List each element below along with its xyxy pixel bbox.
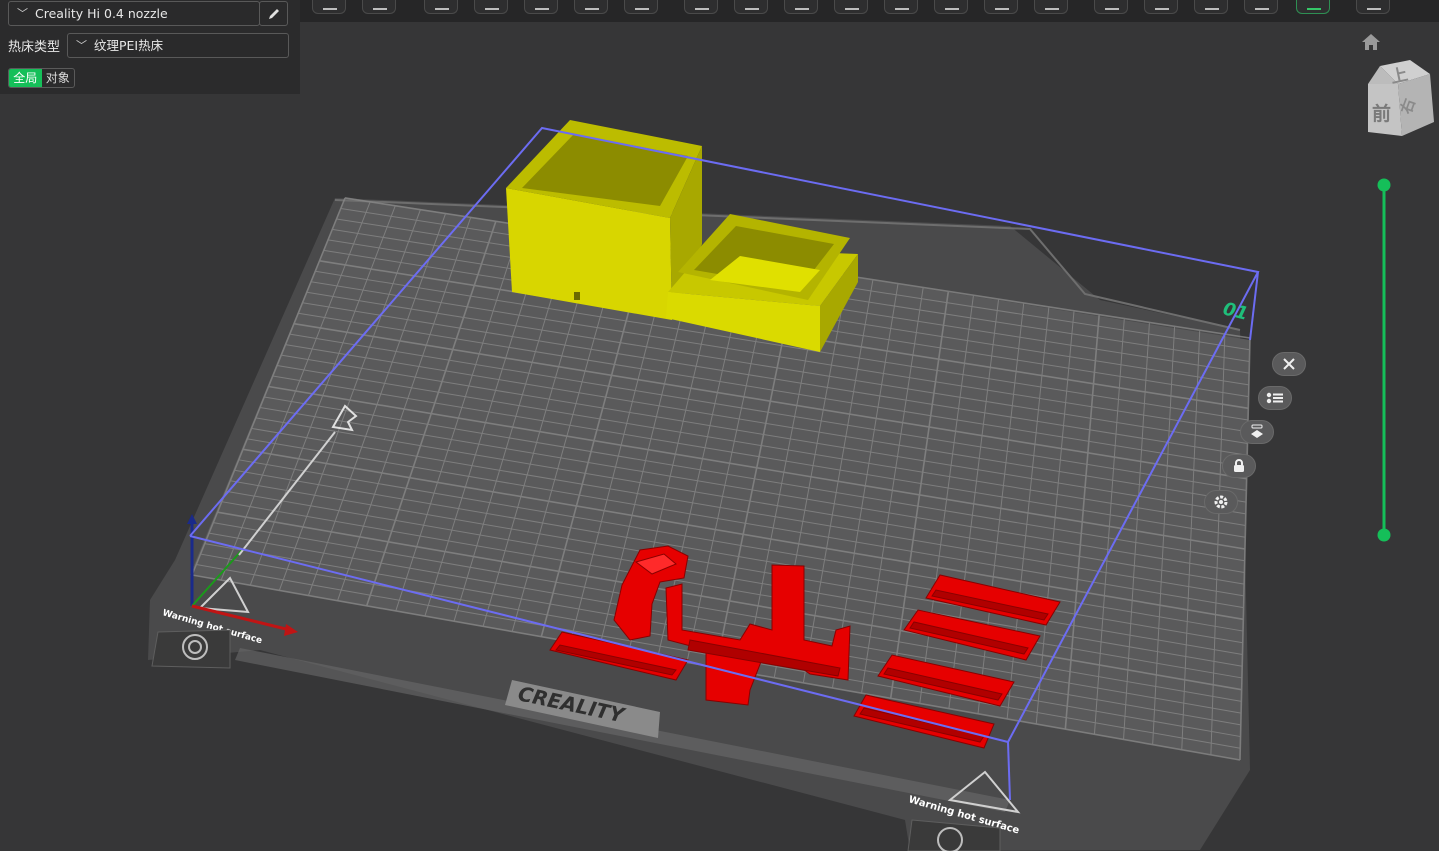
mesh-boolean-icon xyxy=(1255,0,1269,10)
split-icon xyxy=(585,0,599,10)
toolbar-button[interactable] xyxy=(424,0,458,14)
bed-type-select[interactable]: ﹀ 纹理PEI热床 xyxy=(67,33,289,58)
lock-plate-button[interactable] xyxy=(1222,454,1256,478)
cut-icon xyxy=(895,0,909,10)
toolbar-button[interactable] xyxy=(684,0,718,14)
list-icon xyxy=(1266,392,1283,404)
bed-type-label: 热床类型 xyxy=(8,40,61,55)
toolbar-button[interactable] xyxy=(1144,0,1178,14)
close-icon xyxy=(1283,358,1295,370)
layer-slider-top-handle xyxy=(1377,178,1391,192)
text-icon xyxy=(1155,0,1169,10)
pencil-icon xyxy=(268,8,279,19)
bed-type-value: 纹理PEI热床 xyxy=(94,38,164,53)
toolbar-button[interactable] xyxy=(734,0,768,14)
toolbar-button[interactable] xyxy=(934,0,968,14)
3d-viewport[interactable]: Warning hot surface Warning hot surface … xyxy=(0,0,1439,851)
printer-name: Creality Hi 0.4 nozzle xyxy=(35,6,168,21)
layer-slider[interactable] xyxy=(1375,176,1393,544)
measure-icon xyxy=(1045,0,1059,10)
scope-global-button[interactable]: 全局 xyxy=(9,69,42,87)
chevron-down-icon: ﹀ xyxy=(76,39,87,52)
plate-icon xyxy=(635,0,649,10)
toolbar-button[interactable] xyxy=(1194,0,1228,14)
add-model-icon xyxy=(323,0,337,10)
arrange-plate-button[interactable] xyxy=(1258,386,1292,410)
move-icon xyxy=(695,0,709,10)
edit-printer-button[interactable] xyxy=(259,1,288,26)
toolbar-button[interactable] xyxy=(1244,0,1278,14)
gear-icon xyxy=(1214,495,1228,509)
toolbar-button[interactable] xyxy=(784,0,818,14)
toolbar-button[interactable] xyxy=(984,0,1018,14)
settings-panel: ﹀ Creality Hi 0.4 nozzle 热床类型 ﹀ 纹理PEI热床 … xyxy=(0,0,300,94)
toolbar-button[interactable] xyxy=(834,0,868,14)
lock-icon xyxy=(1234,459,1244,472)
toolbar-button[interactable] xyxy=(362,0,396,14)
plate-settings-button[interactable] xyxy=(1204,490,1238,514)
toolbar-button[interactable] xyxy=(524,0,558,14)
toolbar-button[interactable] xyxy=(624,0,658,14)
toolbar-button[interactable] xyxy=(1034,0,1068,14)
scale-icon xyxy=(795,0,809,10)
delete-plate-button[interactable] xyxy=(1272,352,1306,376)
toolbar-button[interactable] xyxy=(1296,0,1330,14)
auto-orient-plate-button[interactable] xyxy=(1240,420,1274,444)
printer-select[interactable]: ﹀ Creality Hi 0.4 nozzle xyxy=(8,1,260,26)
toolbar-button[interactable] xyxy=(312,0,346,14)
chevron-down-icon: ﹀ xyxy=(17,7,28,20)
view-mode-icon xyxy=(1367,0,1381,10)
layer-slider-bottom-handle xyxy=(1377,528,1391,542)
layout-icon xyxy=(535,0,549,10)
support-paint-icon xyxy=(945,0,959,10)
main-toolbar xyxy=(300,0,1439,22)
rotate-icon xyxy=(745,0,759,10)
keyboard-icon xyxy=(373,0,387,10)
toolbar-button[interactable] xyxy=(1356,0,1390,14)
variable-height-icon xyxy=(1105,0,1119,10)
assembly-icon xyxy=(1205,0,1219,10)
home-icon[interactable] xyxy=(1360,32,1382,52)
ai-icon xyxy=(1307,0,1321,10)
auto-orient-icon xyxy=(435,0,449,10)
scope-object-button[interactable]: 对象 xyxy=(42,69,75,87)
view-cube[interactable]: 上 前 右 xyxy=(1362,58,1438,142)
plate-number: 01 xyxy=(1221,298,1250,324)
scope-toggle: 全局 对象 xyxy=(8,68,75,88)
lay-on-face-icon xyxy=(845,0,859,10)
view-cube-front-label: 前 xyxy=(1372,102,1391,125)
toolbar-button[interactable] xyxy=(474,0,508,14)
seam-paint-icon xyxy=(995,0,1009,10)
toolbar-button[interactable] xyxy=(1094,0,1128,14)
toolbar-button[interactable] xyxy=(574,0,608,14)
toolbar-button[interactable] xyxy=(884,0,918,14)
auto-orient-icon xyxy=(1251,424,1263,438)
arrange-icon xyxy=(485,0,499,10)
